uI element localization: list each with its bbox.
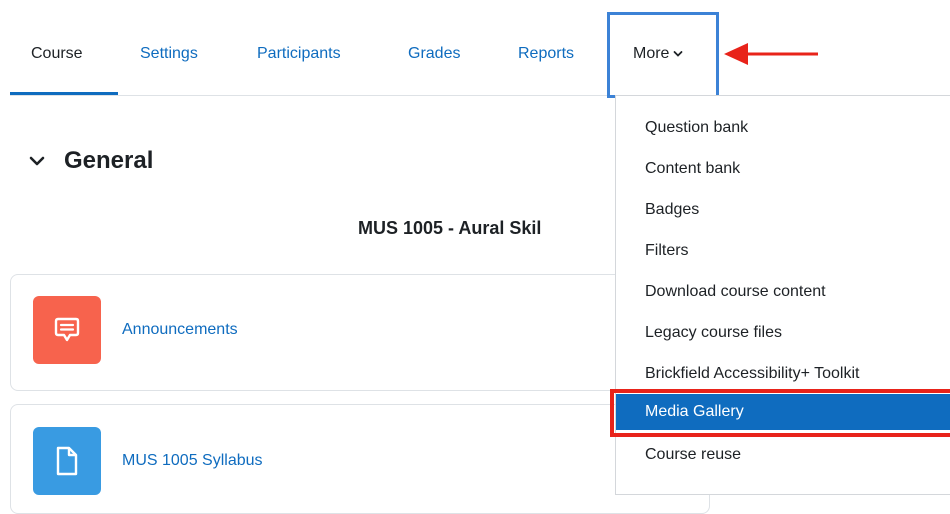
menu-item-badges[interactable]: Badges — [616, 192, 950, 228]
active-tab-indicator — [10, 92, 118, 95]
file-icon[interactable] — [33, 427, 101, 495]
more-tab-label: More — [633, 45, 670, 63]
menu-item-course-reuse[interactable]: Course reuse — [616, 437, 950, 473]
menu-item-legacy-course-files[interactable]: Legacy course files — [616, 315, 950, 351]
more-dropdown-menu: Question bank Content bank Badges Filter… — [615, 95, 950, 495]
section-toggle[interactable]: General — [28, 146, 153, 176]
menu-item-content-bank[interactable]: Content bank — [616, 151, 950, 187]
tab-reports[interactable]: Reports — [518, 44, 574, 64]
menu-item-filters[interactable]: Filters — [616, 233, 950, 269]
tab-grades[interactable]: Grades — [408, 44, 460, 64]
chevron-down-icon — [673, 44, 683, 64]
activity-card: Announcements — [10, 274, 710, 391]
menu-item-brickfield-toolkit[interactable]: Brickfield Accessibility+ Toolkit — [616, 356, 950, 392]
menu-item-download-course-content[interactable]: Download course content — [616, 274, 950, 310]
menu-item-question-bank[interactable]: Question bank — [616, 110, 950, 146]
course-name-heading: MUS 1005 - Aural Skil — [358, 218, 542, 238]
activity-card: MUS 1005 Syllabus — [10, 404, 710, 514]
tab-participants[interactable]: Participants — [257, 44, 341, 64]
tab-more[interactable]: More — [633, 44, 683, 64]
forum-icon[interactable] — [33, 296, 101, 364]
tab-course[interactable]: Course — [31, 44, 83, 64]
section-title: General — [64, 147, 154, 174]
chevron-down-icon — [29, 156, 45, 166]
menu-item-media-gallery[interactable]: Media Gallery — [616, 394, 950, 430]
activity-link-announcements[interactable]: Announcements — [122, 321, 238, 339]
red-arrow-annotation — [724, 43, 818, 65]
tab-settings[interactable]: Settings — [140, 44, 198, 64]
activity-link-syllabus[interactable]: MUS 1005 Syllabus — [122, 452, 263, 470]
